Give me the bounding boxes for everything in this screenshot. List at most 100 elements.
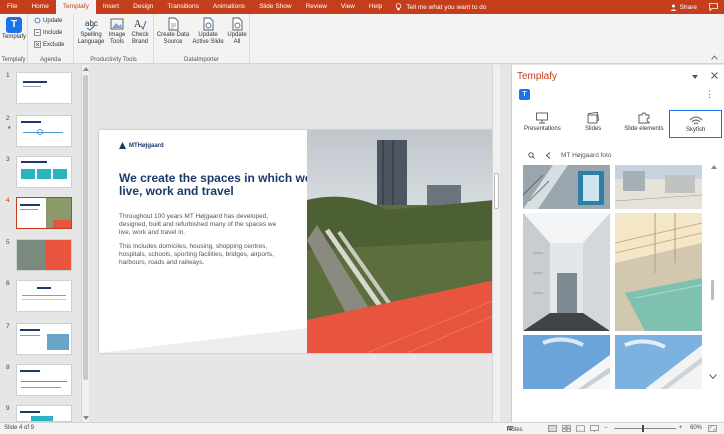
create-data-source-button[interactable]: Create Data Source: [156, 17, 190, 46]
tab-animations[interactable]: Animations: [206, 0, 252, 14]
collapse-ribbon-icon[interactable]: [711, 55, 718, 60]
tab-skyfish[interactable]: Skyfish: [669, 110, 722, 138]
slide-thumbnail-pane: 1 2 ★ 3 4 5 6 7 8 9: [0, 65, 90, 422]
group-label-templafy: Templafy: [1, 57, 26, 63]
logo-text: MTHøjgaard: [129, 142, 164, 149]
create-data-label: Create Data: [156, 32, 190, 38]
ribbon-tab-bar: File Home Templafy Insert Design Transit…: [0, 0, 724, 14]
thumbnail-number: 5: [6, 239, 10, 246]
slideshow-icon[interactable]: [590, 425, 599, 432]
tab-home[interactable]: Home: [24, 0, 55, 14]
check-brand-button[interactable]: A Check Brand: [129, 17, 151, 46]
slide-body[interactable]: Throughout 100 years MT Højgaard has dev…: [119, 213, 289, 273]
slide-thumbnail-6[interactable]: 6: [4, 280, 74, 312]
thumbnail-image: [16, 156, 72, 188]
agenda-include-button[interactable]: Include: [34, 29, 62, 36]
thumbnail-image: [16, 323, 72, 355]
image-result-atrium[interactable]: [523, 213, 610, 331]
include-icon: [34, 29, 41, 36]
templafy-group: T Templafy Templafy: [0, 14, 28, 64]
tab-insert[interactable]: Insert: [96, 0, 126, 14]
panel-scroll-down-icon[interactable]: [709, 374, 717, 379]
slide-headline[interactable]: We create the spaces in which we live, w…: [119, 172, 319, 198]
image-result-building-site[interactable]: [615, 165, 702, 209]
thumbnail-number: 3: [6, 156, 10, 163]
canvas-scroll-thumb[interactable]: [494, 173, 499, 209]
tab-view[interactable]: View: [334, 0, 362, 14]
agenda-include-label: Include: [43, 29, 63, 36]
zoom-out-button[interactable]: −: [604, 425, 608, 431]
image-result-facade-1[interactable]: [523, 335, 610, 389]
scroll-down-icon[interactable]: [83, 416, 89, 420]
panel-scroll-thumb[interactable]: [711, 280, 714, 300]
panel-search-bar[interactable]: MT Højgaard foto: [528, 152, 698, 159]
update-all-button[interactable]: Update All: [226, 17, 248, 46]
slide-thumbnail-3[interactable]: 3: [4, 156, 74, 188]
share-label: Share: [679, 3, 697, 11]
thumbnail-scrollbar[interactable]: [81, 65, 89, 422]
tab-slide-show[interactable]: Slide Show: [252, 0, 299, 14]
image-label: Image: [108, 32, 126, 38]
productivity-group: abc Spelling Language Image Tools A Chec…: [74, 14, 154, 64]
tab-review[interactable]: Review: [299, 0, 334, 14]
back-arrow-icon[interactable]: [545, 152, 551, 159]
tab-presentations[interactable]: Presentations: [517, 110, 568, 138]
templafy-small-logo-icon: T: [519, 89, 530, 100]
check-sub-label: Brand: [131, 39, 148, 45]
slide-thumbnail-7[interactable]: 7: [4, 323, 74, 355]
tab-transitions[interactable]: Transitions: [160, 0, 206, 14]
tab-file[interactable]: File: [0, 0, 24, 14]
zoom-in-button[interactable]: +: [679, 425, 683, 431]
normal-view-icon[interactable]: [548, 425, 557, 432]
panel-more-menu-icon[interactable]: ⋮: [705, 89, 714, 100]
fit-slide-icon[interactable]: [708, 425, 717, 432]
tab-skyfish-label: Skyfish: [685, 127, 706, 133]
thumbnail-image: [16, 364, 72, 396]
tab-design[interactable]: Design: [126, 0, 160, 14]
reading-view-icon[interactable]: [576, 425, 585, 432]
tell-me-search[interactable]: Tell me what you want to do: [389, 3, 486, 11]
image-result-stairs[interactable]: [523, 165, 610, 209]
agenda-exclude-button[interactable]: Exclude: [34, 41, 64, 48]
group-label-agenda: Agenda: [40, 57, 61, 63]
image-result-pool[interactable]: [615, 213, 702, 331]
notes-button[interactable]: Notes: [507, 425, 523, 433]
update-all-icon: [232, 17, 243, 31]
scroll-thumb[interactable]: [83, 75, 88, 380]
panel-options-icon[interactable]: [692, 75, 698, 79]
tab-help[interactable]: Help: [362, 0, 389, 14]
canvas-scrollbar[interactable]: [492, 65, 500, 422]
panel-scroll-up-icon[interactable]: [711, 165, 717, 169]
tab-slides[interactable]: Slides: [568, 110, 619, 138]
refresh-icon: [34, 17, 41, 24]
thumbnail-number: 1: [6, 72, 10, 79]
panel-close-icon[interactable]: [711, 72, 718, 79]
zoom-level[interactable]: 60%: [690, 425, 702, 431]
slide-thumbnail-1[interactable]: 1: [4, 72, 74, 104]
scroll-up-icon[interactable]: [83, 67, 89, 71]
slide-thumbnail-9[interactable]: 9: [4, 405, 74, 422]
image-tools-button[interactable]: Image Tools: [106, 17, 128, 46]
comment-icon[interactable]: [709, 3, 718, 11]
update-active-icon: [203, 17, 214, 31]
update-all-label: Update: [227, 32, 247, 38]
update-active-slide-button[interactable]: Update Active Slide: [191, 17, 225, 46]
zoom-slider-handle[interactable]: [642, 425, 644, 432]
search-icon[interactable]: [528, 152, 535, 159]
zoom-slider[interactable]: [614, 425, 676, 432]
slide-thumbnail-2[interactable]: 2 ★: [4, 115, 74, 147]
svg-text:A: A: [134, 19, 142, 30]
slide-sorter-icon[interactable]: [562, 425, 571, 432]
image-result-facade-2[interactable]: [615, 335, 702, 389]
agenda-update-button[interactable]: Update: [34, 17, 62, 24]
templafy-button[interactable]: T Templafy: [2, 17, 26, 41]
thumbnail-star-icon: ★: [7, 125, 12, 131]
slide-thumbnail-5[interactable]: 5: [4, 239, 74, 271]
slide-thumbnail-8[interactable]: 8: [4, 364, 74, 396]
current-slide[interactable]: MTHøjgaard We create the spaces in which…: [99, 130, 495, 353]
slide-thumbnail-4[interactable]: 4: [4, 197, 74, 229]
spelling-language-button[interactable]: abc Spelling Language: [77, 17, 105, 46]
tab-slide-elements[interactable]: Slide elements: [619, 110, 670, 138]
tab-templafy[interactable]: Templafy: [55, 0, 96, 14]
share-button[interactable]: Share: [670, 4, 697, 11]
